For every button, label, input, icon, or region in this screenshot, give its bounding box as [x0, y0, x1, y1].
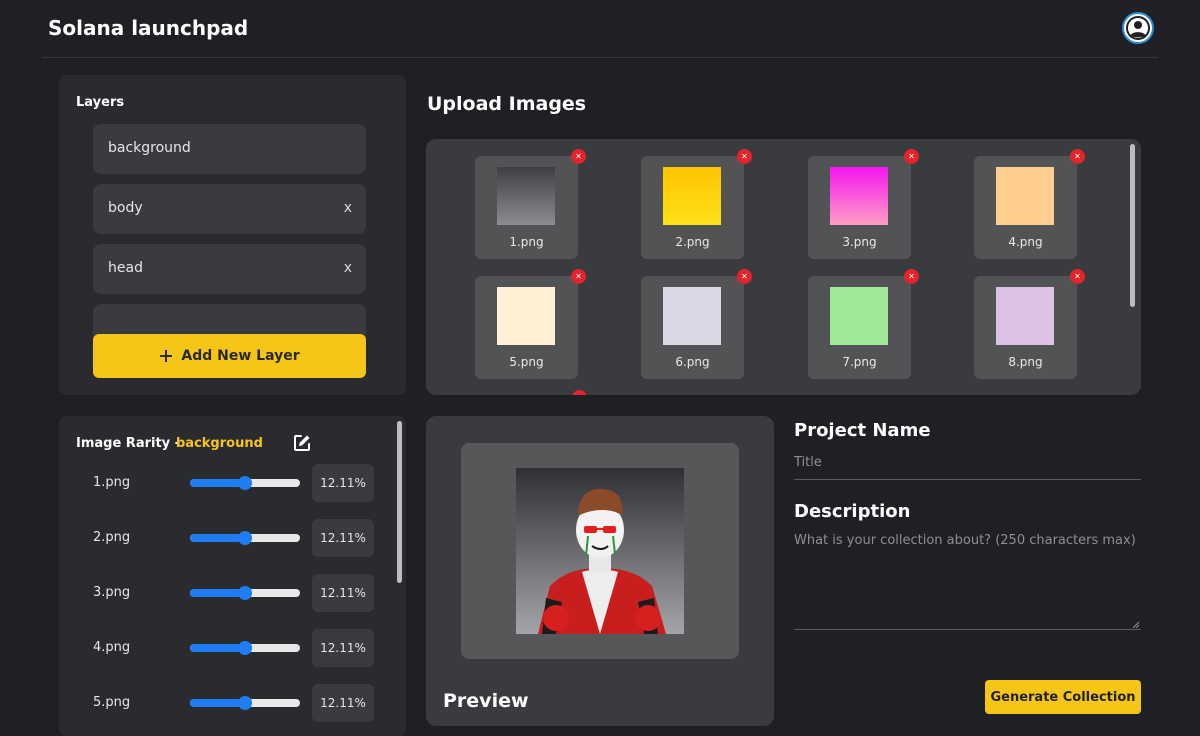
rarity-slider[interactable]	[190, 586, 300, 600]
image-filename: 5.png	[509, 355, 544, 369]
remove-image-icon[interactable]	[572, 390, 587, 395]
edit-icon[interactable]	[292, 433, 312, 453]
rarity-row: 4.png 12.11%	[59, 629, 406, 667]
remove-layer-button[interactable]: x	[344, 260, 352, 276]
rarity-image-name: 1.png	[93, 475, 131, 490]
remove-image-icon[interactable]: ✕	[904, 149, 919, 164]
generate-collection-button[interactable]: Generate Collection	[985, 680, 1141, 714]
header-divider	[42, 57, 1158, 58]
add-new-layer-button[interactable]: Add New Layer	[93, 334, 366, 378]
plus-icon	[160, 350, 173, 362]
project-title-input[interactable]	[794, 452, 1141, 480]
remove-image-icon[interactable]: ✕	[571, 149, 586, 164]
image-thumbnail	[663, 167, 721, 225]
image-tile[interactable]: 5.png ✕	[475, 269, 586, 379]
upload-scrollbar[interactable]	[1130, 144, 1135, 307]
rarity-row: 3.png 12.11%	[59, 574, 406, 612]
image-tile[interactable]: 3.png ✕	[808, 149, 919, 259]
image-thumbnail	[663, 287, 721, 345]
rarity-percentage: 12.11%	[312, 519, 374, 557]
app-title: Solana launchpad	[48, 16, 249, 40]
rarity-scrollbar[interactable]	[397, 421, 402, 583]
remove-image-icon[interactable]: ✕	[1070, 149, 1085, 164]
preview-panel: Preview	[426, 416, 774, 726]
image-thumbnail	[830, 167, 888, 225]
rarity-title: Image Rarity -	[76, 436, 181, 451]
rarity-percentage: 12.11%	[312, 684, 374, 722]
image-tile[interactable]: 2.png ✕	[641, 149, 752, 259]
rarity-row: 1.png 12.11%	[59, 464, 406, 502]
image-filename: 6.png	[675, 355, 710, 369]
rarity-slider[interactable]	[190, 531, 300, 545]
layer-label: body	[108, 200, 143, 216]
layers-panel: Layers background body x head x Add New …	[59, 75, 406, 395]
preview-label: Preview	[443, 690, 529, 712]
image-tile[interactable]: 7.png ✕	[808, 269, 919, 379]
image-thumbnail	[497, 167, 555, 225]
upload-title: Upload Images	[427, 93, 587, 115]
image-filename: 4.png	[1008, 235, 1043, 249]
rarity-row: 5.png 12.11%	[59, 684, 406, 722]
rarity-image-name: 4.png	[93, 640, 131, 655]
rarity-slider[interactable]	[190, 641, 300, 655]
remove-image-icon[interactable]: ✕	[737, 269, 752, 284]
image-rarity-panel: Image Rarity - background 1.png 12.11% 2…	[59, 416, 406, 736]
description-textarea[interactable]	[794, 533, 1141, 630]
resize-handle-icon[interactable]	[1130, 619, 1140, 629]
layer-label: head	[108, 260, 143, 276]
remove-image-icon[interactable]: ✕	[904, 269, 919, 284]
nft-preview-image	[516, 468, 684, 634]
image-filename: 1.png	[509, 235, 544, 249]
layer-label: background	[108, 140, 191, 156]
rarity-slider[interactable]	[190, 696, 300, 710]
rarity-slider[interactable]	[190, 476, 300, 490]
rarity-percentage: 12.11%	[312, 629, 374, 667]
image-thumbnail	[996, 287, 1054, 345]
rarity-image-name: 5.png	[93, 695, 131, 710]
add-new-layer-label: Add New Layer	[181, 348, 300, 364]
rarity-image-name: 3.png	[93, 585, 131, 600]
description-title: Description	[794, 501, 911, 522]
image-filename: 8.png	[1008, 355, 1043, 369]
layer-item-head[interactable]: head x	[93, 244, 366, 294]
remove-layer-button[interactable]: x	[344, 200, 352, 216]
layer-item-background[interactable]: background	[93, 124, 366, 174]
image-tile[interactable]: 1.png ✕	[475, 149, 586, 259]
image-filename: 7.png	[842, 355, 877, 369]
rarity-row: 2.png 12.11%	[59, 519, 406, 557]
upload-images-panel: 1.png ✕ 2.png ✕ 3.png ✕ 4.png ✕ 5.png ✕ …	[426, 139, 1141, 395]
layers-title: Layers	[76, 95, 125, 110]
rarity-percentage: 12.11%	[312, 574, 374, 612]
image-tile[interactable]: 8.png ✕	[974, 269, 1085, 379]
image-tile[interactable]: 4.png ✕	[974, 149, 1085, 259]
image-thumbnail	[830, 287, 888, 345]
image-filename: 2.png	[675, 235, 710, 249]
remove-image-icon[interactable]: ✕	[571, 269, 586, 284]
remove-image-icon[interactable]: ✕	[737, 149, 752, 164]
preview-frame	[461, 443, 739, 659]
rarity-layer-name: background	[176, 436, 263, 451]
layer-item-body[interactable]: body x	[93, 184, 366, 234]
rarity-percentage: 12.11%	[312, 464, 374, 502]
user-circle-icon[interactable]	[1122, 12, 1154, 44]
remove-image-icon[interactable]: ✕	[1070, 269, 1085, 284]
image-thumbnail	[996, 167, 1054, 225]
project-name-title: Project Name	[794, 420, 931, 441]
rarity-image-name: 2.png	[93, 530, 131, 545]
image-thumbnail	[497, 287, 555, 345]
app-header: Solana launchpad	[0, 0, 1200, 58]
image-filename: 3.png	[842, 235, 877, 249]
image-tile[interactable]: 6.png ✕	[641, 269, 752, 379]
